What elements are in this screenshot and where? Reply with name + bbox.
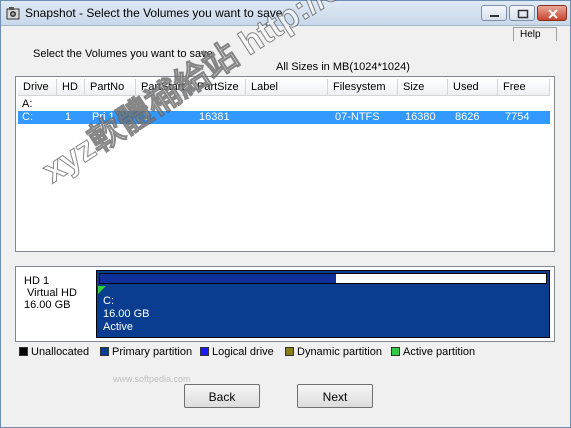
- cell-partsize: 16381: [199, 111, 230, 123]
- disk-map-panel: HD 1 Virtual HD 16.00 GB C: 16.00 GB Act…: [15, 266, 555, 342]
- cell-free: 7754: [505, 111, 530, 123]
- minimize-button[interactable]: [481, 5, 507, 21]
- legend-label: Active partition: [403, 346, 476, 358]
- legend-label: Dynamic partition: [297, 346, 382, 358]
- column-header-free[interactable]: Free: [498, 79, 550, 96]
- legend-swatch: [391, 347, 400, 356]
- table-header: Drive HD PartNo PartStart PartSize Label…: [18, 79, 550, 96]
- snapshot-app-icon: [6, 7, 20, 20]
- column-header-used[interactable]: Used: [448, 79, 498, 96]
- close-icon: [548, 9, 558, 19]
- legend-swatch: [19, 347, 28, 356]
- column-header-drive[interactable]: Drive: [18, 79, 57, 96]
- maximize-button[interactable]: [509, 5, 535, 21]
- back-button[interactable]: Back: [184, 384, 260, 408]
- softpedia-watermark: www.softpedia.com: [113, 374, 191, 384]
- partition-block-c[interactable]: C: 16.00 GB Active: [96, 270, 550, 338]
- cell-filesystem: 07-NTFS: [335, 111, 380, 123]
- disk-type: Virtual HD: [27, 287, 77, 299]
- active-partition-marker: [98, 286, 106, 294]
- legend-item-primary: Primary partition: [100, 346, 192, 358]
- cell-drive: A:: [22, 98, 33, 110]
- cell-used: 8626: [455, 111, 480, 123]
- partition-usage-bar: [99, 273, 547, 284]
- column-header-size[interactable]: Size: [398, 79, 448, 96]
- column-header-label[interactable]: Label: [246, 79, 328, 96]
- legend-item-unallocated: Unallocated: [19, 346, 89, 358]
- cell-hd: 1: [65, 111, 72, 123]
- legend-item-active: Active partition: [391, 346, 475, 358]
- partition-size: 16.00 GB: [103, 308, 150, 320]
- legend-item-dynamic: Dynamic partition: [285, 346, 382, 358]
- minimize-icon: [490, 15, 499, 17]
- legend-label: Logical drive: [212, 346, 274, 358]
- partition-usage-fill: [100, 274, 337, 283]
- next-button[interactable]: Next: [297, 384, 373, 408]
- cell-size: 16380: [405, 111, 436, 123]
- legend-swatch: [285, 347, 294, 356]
- legend-swatch: [200, 347, 209, 356]
- column-header-filesystem[interactable]: Filesystem: [328, 79, 398, 96]
- disk-capacity: 16.00 GB: [24, 299, 71, 311]
- cell-drive: C:: [22, 111, 33, 123]
- sizes-note: All Sizes in MB(1024*1024): [276, 61, 410, 73]
- disk-info: HD 1 Virtual HD 16.00 GB: [24, 275, 77, 311]
- legend-item-logical: Logical drive: [200, 346, 274, 358]
- disk-name: HD 1: [24, 275, 50, 287]
- help-button[interactable]: Help: [513, 27, 557, 41]
- legend-swatch: [100, 347, 109, 356]
- column-header-hd[interactable]: HD: [57, 79, 85, 96]
- legend-label: Primary partition: [112, 346, 193, 358]
- snapshot-window: Snapshot - Select the Volumes you want t…: [0, 0, 571, 428]
- partition-status: Active: [103, 321, 133, 333]
- cell-label: [249, 111, 253, 124]
- maximize-icon: [517, 9, 529, 19]
- close-button[interactable]: [537, 5, 567, 21]
- legend-label: Unallocated: [31, 346, 90, 358]
- partition-drive: C:: [103, 295, 114, 307]
- partition-label: C: 16.00 GB Active: [103, 295, 149, 334]
